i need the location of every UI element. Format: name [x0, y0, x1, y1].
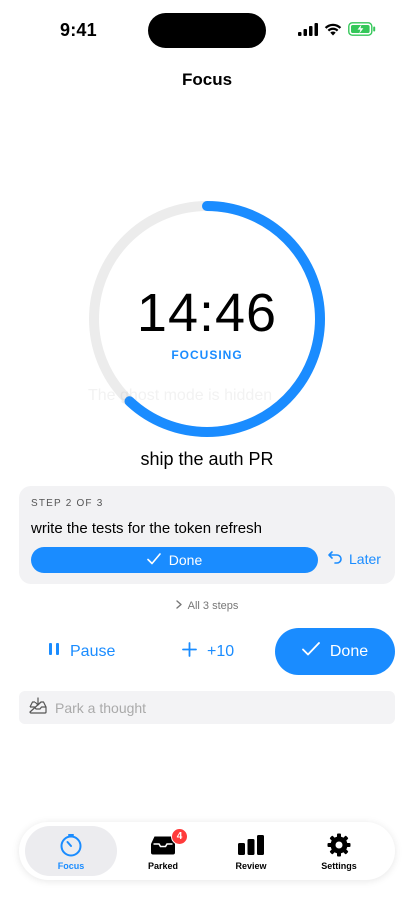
tab-label: Review — [235, 861, 267, 871]
tab-review[interactable]: Review — [205, 826, 297, 876]
tray-download-icon — [29, 696, 47, 719]
checkmark-icon — [301, 642, 320, 661]
done-button[interactable]: Done — [275, 628, 395, 675]
plus-icon — [182, 641, 197, 662]
step-done-label: Done — [168, 552, 203, 568]
all-steps-toggle[interactable]: All 3 steps — [0, 600, 414, 612]
tab-focus[interactable]: Focus — [25, 826, 117, 876]
tab-bar: Focus 4 Parked Review Settings — [19, 822, 395, 880]
ghost-text: The ghost mode is hidden — [88, 387, 273, 404]
tab-settings[interactable]: Settings — [293, 826, 385, 876]
page-title: Focus — [181, 70, 233, 89]
undo-arrow-icon — [327, 549, 343, 568]
tab-label: Settings — [321, 861, 357, 871]
status-time: 9:41 — [60, 20, 97, 40]
bar-chart-icon — [237, 834, 265, 856]
pause-icon — [48, 642, 60, 661]
battery-icon — [348, 22, 376, 41]
task-title: ship the auth PR — [140, 449, 274, 469]
tab-parked[interactable]: 4 Parked — [117, 826, 209, 876]
gear-icon — [327, 833, 351, 857]
timer-icon — [59, 834, 83, 857]
park-thought-field[interactable] — [19, 691, 395, 724]
step-later-button[interactable]: Later — [327, 549, 381, 568]
pause-label: Pause — [70, 642, 116, 660]
status-bar: 9:41 — [0, 0, 414, 60]
checkmark-icon — [146, 552, 161, 568]
dynamic-island — [148, 13, 266, 48]
step-counter: STEP 2 OF 3 — [31, 498, 104, 509]
tab-label: Focus — [57, 861, 85, 871]
step-text: write the tests for the token refresh — [31, 520, 262, 537]
inbox-icon: 4 — [150, 828, 188, 856]
step-card: STEP 2 OF 3 write the tests for the toke… — [19, 486, 395, 584]
done-label: Done — [329, 642, 369, 660]
status-icons — [298, 22, 376, 41]
add-time-button[interactable]: +10 — [182, 628, 234, 675]
step-done-button[interactable]: Done — [31, 547, 318, 573]
step-later-label: Later — [349, 550, 381, 567]
timer-state: FOCUSING — [171, 348, 243, 362]
all-steps-label: All 3 steps — [187, 600, 239, 612]
add-time-label: +10 — [207, 642, 235, 660]
wifi-icon — [324, 23, 342, 41]
pause-button[interactable]: Pause — [48, 628, 115, 675]
signal-icon — [298, 22, 318, 41]
parked-count-badge: 4 — [171, 828, 188, 845]
park-thought-input[interactable] — [55, 699, 375, 716]
timer-time: 14:46 — [136, 283, 278, 343]
chevron-right-icon — [175, 600, 182, 612]
tab-label: Parked — [147, 861, 179, 871]
